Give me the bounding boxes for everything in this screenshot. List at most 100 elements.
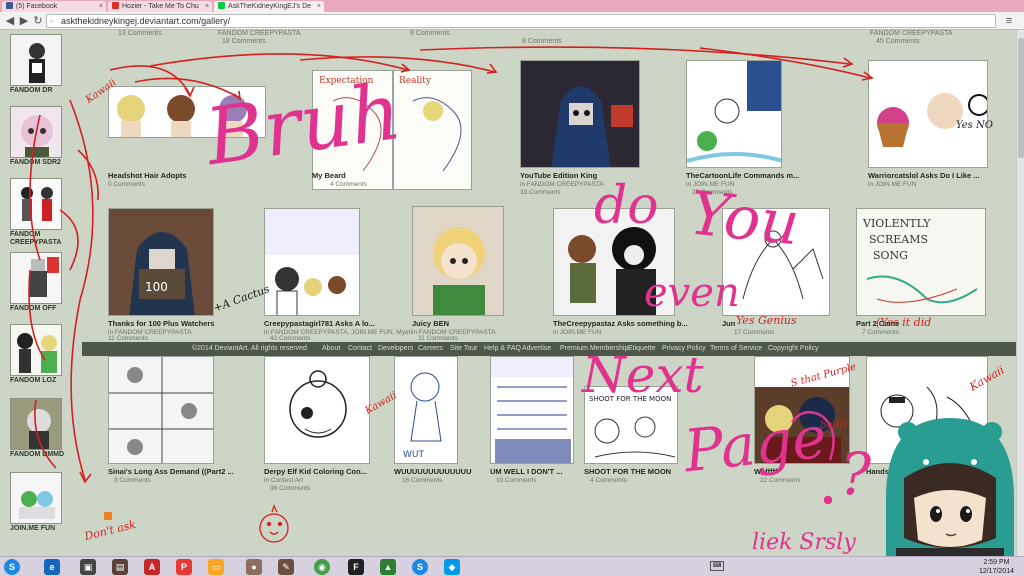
fear-icon[interactable]: F <box>348 559 364 575</box>
comment-count[interactable]: 13 Comments <box>118 30 162 37</box>
deviation-title[interactable]: Warriorcatslol Asks Do I Like ... <box>868 171 980 180</box>
comment-count[interactable]: 11 Comments <box>108 335 148 342</box>
comment-count[interactable]: 9 Comments <box>410 30 450 37</box>
scrollbar-thumb[interactable] <box>1018 38 1024 158</box>
deviation-title[interactable]: SHOOT FOR THE MOON <box>584 467 671 476</box>
doodle-question: ? <box>840 440 872 508</box>
comment-count[interactable]: 17 Comments <box>734 329 774 336</box>
deviation-thumb[interactable] <box>264 356 370 464</box>
deviation-title[interactable]: Headshot Hair Adopts <box>108 171 186 180</box>
folder-link[interactable]: in Contest Art <box>264 477 303 484</box>
comment-count[interactable]: 0 Comments <box>108 181 145 188</box>
powerpoint-icon[interactable]: P <box>176 559 192 575</box>
deviation-thumb[interactable] <box>264 208 360 316</box>
system-clock[interactable]: 2:59 PM 12/17/2014 <box>979 558 1014 576</box>
deviation-thumb[interactable] <box>686 60 782 168</box>
folder-link[interactable]: in FANDOM CREEPYPASTA <box>520 181 604 188</box>
footer-link-copyright[interactable]: Copyright Policy <box>768 345 819 352</box>
menu-icon[interactable]: ≡ <box>1002 14 1016 28</box>
deviation-thumb[interactable] <box>108 356 214 464</box>
comment-count[interactable]: 11 Comments <box>418 335 458 342</box>
rss-icon[interactable] <box>104 512 112 520</box>
folder-link[interactable]: FANDOM CREEPYPASTA <box>870 30 953 37</box>
deviation-title[interactable]: Derpy Elf Kid Coloring Con... <box>264 467 367 476</box>
deviation-title[interactable]: TheCreepypastaz Asks something b... <box>553 319 688 328</box>
tab-youtube[interactable]: Hozier - Take Me To Chu × <box>108 1 212 12</box>
tab-deviantart[interactable]: AskTheKidneyKingEJ's De × <box>214 1 324 12</box>
adobe-reader-icon[interactable]: A <box>144 559 160 575</box>
clock-time: 2:59 PM <box>983 559 1010 566</box>
folder-link[interactable]: in JOIN.ME FUN <box>868 181 916 188</box>
footer-link-help[interactable]: Help & FAQ <box>484 345 521 352</box>
footer-link-careers[interactable]: Careers <box>418 345 443 352</box>
deviation-thumb[interactable]: WUT <box>394 356 458 464</box>
folder-item[interactable]: FANDOM SDR2 <box>10 106 68 167</box>
footer-link-site-tour[interactable]: Site Tour <box>450 345 478 352</box>
folder-label: JOIN.ME FUN <box>10 525 56 532</box>
close-icon[interactable]: × <box>317 1 321 12</box>
comment-count[interactable]: 22 Comments <box>760 477 800 484</box>
back-button[interactable]: ◀ <box>3 14 17 28</box>
close-icon[interactable]: × <box>205 1 209 12</box>
folder-item[interactable]: FANDOM LOZ <box>10 324 68 385</box>
footer-link-about[interactable]: About <box>322 345 340 352</box>
comment-count[interactable]: 3 Comments <box>114 477 151 484</box>
deviation-title[interactable]: Sinai's Long Ass Demand ((Part2 ... <box>108 467 234 476</box>
reload-button[interactable]: ↻ <box>31 14 45 28</box>
chrome-icon[interactable]: ◉ <box>314 559 330 575</box>
comment-count[interactable]: 16 Comments <box>402 477 442 484</box>
folder-item[interactable]: FANDOM CREEPYPASTA <box>10 178 68 247</box>
folder-item[interactable]: FANDOM DMMD <box>10 398 68 459</box>
deviation-thumb[interactable] <box>868 60 988 168</box>
deviation-thumb[interactable] <box>412 206 504 316</box>
folder-thumb <box>10 472 62 524</box>
deviation-thumb[interactable] <box>490 356 574 464</box>
forward-button[interactable]: ▶ <box>17 14 31 28</box>
comment-count[interactable]: 33 Comments <box>520 189 560 196</box>
deviation-title[interactable]: Jun <box>722 319 735 328</box>
footer-link-developers[interactable]: Developers <box>378 345 413 352</box>
skype-icon[interactable]: S <box>412 559 428 575</box>
footer-link-terms[interactable]: Terms of Service <box>710 345 762 352</box>
footer-link-advertise[interactable]: Advertise <box>522 345 551 352</box>
app-icon[interactable]: ▣ <box>80 559 96 575</box>
keyboard-icon[interactable]: ⌨ <box>710 561 724 571</box>
deviation-title[interactable]: My Beard <box>312 171 346 180</box>
folder-link[interactable]: FANDOM CREEPYPASTA <box>218 30 301 37</box>
deviation-title[interactable]: WUUUUUUUUUUUUU <box>394 467 472 476</box>
url-input[interactable]: ▫ askthekidneykingej.deviantart.com/galle… <box>46 14 996 28</box>
app-icon[interactable]: ▤ <box>112 559 128 575</box>
internet-explorer-icon[interactable]: e <box>44 559 60 575</box>
close-icon[interactable]: × <box>99 1 103 12</box>
app-icon[interactable]: ▲ <box>380 559 396 575</box>
folder-label: FANDOM LOZ <box>10 377 57 384</box>
deviation-title[interactable]: Juicy BEN <box>412 319 449 328</box>
app-icon[interactable]: ✎ <box>278 559 294 575</box>
deviation-title[interactable]: UM WELL I DON'T ... <box>490 467 562 476</box>
comment-count[interactable]: 7 Comments <box>862 329 899 336</box>
deviation-title[interactable]: YouTube Edition King <box>520 171 597 180</box>
folder-item[interactable]: FANDOM OFF <box>10 252 68 313</box>
comment-count[interactable]: 42 Comments <box>270 335 310 342</box>
deviation-thumb[interactable] <box>520 60 640 168</box>
app-icon[interactable]: ◆ <box>444 559 460 575</box>
folder-item[interactable]: FANDOM DR <box>10 34 68 95</box>
deviation-thumb[interactable]: VIOLENTLY SCREAMS SONG <box>856 208 986 316</box>
footer-link-contact[interactable]: Contact <box>348 345 372 352</box>
comment-count[interactable]: 4 Comments <box>330 181 367 188</box>
folder-icon[interactable]: ▭ <box>208 559 224 575</box>
comment-count[interactable]: 4 Comments <box>590 477 627 484</box>
deviation-title[interactable]: Thanks for 100 Plus Watchers <box>108 319 214 328</box>
skype-icon[interactable]: S <box>4 559 20 575</box>
comment-count[interactable]: 18 Comments <box>222 38 266 45</box>
folder-link[interactable]: in JOIN.ME FUN <box>553 329 601 336</box>
deviation-thumb[interactable]: 100 <box>108 208 214 316</box>
deviation-title[interactable]: Creepypastagirl781 Asks A lo... <box>264 319 375 328</box>
app-icon[interactable]: ● <box>246 559 262 575</box>
folder-item[interactable]: JOIN.ME FUN <box>10 472 68 533</box>
comment-count[interactable]: 10 Comments <box>496 477 536 484</box>
comment-count[interactable]: 36 Comments <box>270 485 310 492</box>
comment-count[interactable]: 8 Comments <box>522 38 562 45</box>
comment-count[interactable]: 45 Comments <box>876 38 920 45</box>
tab-facebook[interactable]: (5) Facebook × <box>2 1 106 12</box>
